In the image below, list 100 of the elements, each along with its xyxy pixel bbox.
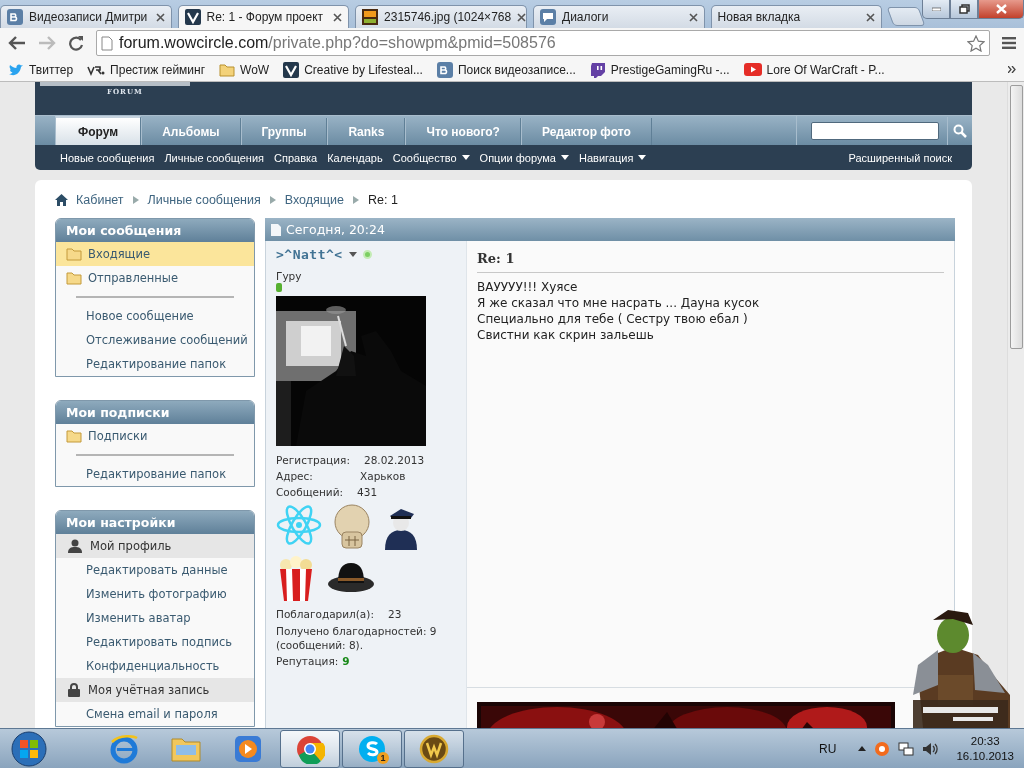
close-button[interactable] <box>978 0 1024 19</box>
username-link[interactable]: >^Natt^< <box>276 247 343 262</box>
panel-header: Мои сообщения <box>56 219 254 242</box>
browser-tab[interactable]: Re: 1 - Форум проект <box>177 5 350 28</box>
breadcrumb-link[interactable]: Входящие <box>284 193 345 207</box>
chrome-icon <box>295 733 325 764</box>
page-icon <box>101 35 113 51</box>
menu-link[interactable]: Редактировать данные <box>56 558 254 582</box>
bookmark-link[interactable]: Creative by Lifesteal... <box>304 62 423 77</box>
bird-icon <box>8 62 24 77</box>
menu-link[interactable]: Конфиденциальность <box>56 654 254 678</box>
nav-link[interactable]: Личные сообщения <box>164 151 264 164</box>
close-icon[interactable] <box>333 12 343 22</box>
bookmark-link[interactable]: Lore Of WarCraft - P... <box>766 62 885 77</box>
browser-tab[interactable]: Диалоги <box>533 5 705 28</box>
bookmark-link[interactable]: Твиттер <box>29 62 74 77</box>
network-icon[interactable] <box>898 740 915 757</box>
nav-link[interactable]: Сообщество <box>392 151 457 164</box>
message-line: ВАУУУУ!!! Хуясе <box>477 279 579 295</box>
user-rank: Гуру <box>276 270 303 282</box>
bookmark-link[interactable]: Поиск видеозаписе... <box>457 62 576 77</box>
play-icon <box>743 63 762 76</box>
stat-label: Репутация: <box>276 655 339 667</box>
nav-link[interactable]: Новые сообщения <box>60 151 155 164</box>
stat-label: Сообщений: <box>276 485 344 500</box>
star-icon[interactable] <box>967 34 985 52</box>
separator-icon <box>131 195 140 205</box>
stat-label: Адрес: <box>276 469 314 484</box>
close-icon[interactable] <box>688 12 698 22</box>
back-icon[interactable] <box>8 35 26 51</box>
stat-value: Харьков <box>360 469 406 484</box>
post-header: Сегодня, 20:24 <box>265 218 955 241</box>
site-icon <box>283 61 300 78</box>
twitch-icon <box>589 61 606 78</box>
breadcrumb-current: Re: 1 <box>368 193 398 207</box>
browser-tab[interactable]: Новая вкладка <box>710 5 883 28</box>
show-hidden-icon[interactable] <box>858 746 867 751</box>
nav-link[interactable]: Календарь <box>327 151 383 164</box>
separator-icon <box>268 195 277 205</box>
address-bar[interactable]: forum.wowcircle.com/private.php?do=showpm&pmid=508576 <box>96 30 990 56</box>
folder-item[interactable]: Входящие <box>56 242 254 266</box>
atom-icon <box>276 504 322 546</box>
clock[interactable]: 20:33 16.10.2013 <box>956 733 1014 764</box>
breadcrumb-link[interactable]: Личные сообщения <box>147 193 261 207</box>
menu-link[interactable]: Отслеживание сообщений <box>56 328 254 352</box>
maximize-button[interactable] <box>950 0 978 19</box>
tray-app-icon[interactable] <box>874 740 891 757</box>
close-icon[interactable] <box>517 12 527 22</box>
taskbar-app[interactable] <box>280 729 340 768</box>
caret-icon <box>561 155 569 160</box>
language-indicator[interactable]: RU <box>819 741 837 756</box>
folder-item[interactable]: Подписки <box>56 424 254 448</box>
taskbar-app[interactable]: 1 <box>342 729 402 768</box>
bookmark-link[interactable]: PrestigeGamingRu -... <box>610 62 730 77</box>
panel-header: Мои настройки <box>56 511 254 534</box>
bookmark-link[interactable]: Престиж гейминг <box>110 62 206 77</box>
menu-link[interactable]: Изменить аватар <box>56 606 254 630</box>
close-icon[interactable] <box>155 12 165 22</box>
nav-tab[interactable]: Форум <box>55 116 142 145</box>
nav-link[interactable]: Навигация <box>579 151 634 164</box>
menu-link[interactable]: Редактировать подпись <box>56 630 254 654</box>
url-text: forum.wowcircle.com/private.php?do=showpm&pmid=508576 <box>119 34 557 52</box>
thanks-text: Получено благодарностей: 9 (сообщений: 8). <box>276 624 438 652</box>
panel-header: Мои подписки <box>56 401 254 424</box>
menu-link[interactable]: Новое сообщение <box>56 304 254 328</box>
scroll-thumb[interactable] <box>1009 85 1023 349</box>
browser-tab[interactable]: 2315746.jpg (1024×768 <box>355 5 528 28</box>
taskbar-app[interactable] <box>404 729 464 768</box>
volume-icon[interactable] <box>922 740 939 757</box>
nav-link[interactable]: Справка <box>274 151 318 164</box>
folder-icon <box>66 247 82 261</box>
chevrons-icon[interactable] <box>1008 66 1016 73</box>
menu-link[interactable]: Изменить фотографию <box>56 582 254 606</box>
menu-link[interactable]: Редактирование папок <box>56 462 254 486</box>
person-icon <box>68 539 82 553</box>
bookmark-link[interactable]: WoW <box>240 62 270 77</box>
caret-icon <box>638 155 647 160</box>
caret-icon[interactable] <box>348 252 357 257</box>
close-icon[interactable] <box>866 12 876 22</box>
nav-link[interactable]: Опции форума <box>479 151 556 164</box>
search-field[interactable] <box>811 121 939 140</box>
stat-label: Поблагодарил(а): <box>276 607 374 622</box>
new-tab-button[interactable] <box>886 7 926 26</box>
stat-value: 23 <box>387 607 402 622</box>
advanced-search-link[interactable]: Расширенный поиск <box>848 151 952 164</box>
menu-link[interactable]: Смена email и пароля <box>56 702 254 726</box>
rank-bar <box>276 283 282 292</box>
close-icon <box>995 4 1007 14</box>
reload-icon[interactable] <box>68 35 84 51</box>
home-icon[interactable] <box>55 194 68 206</box>
folder-item[interactable]: Отправленные <box>56 266 254 290</box>
stat-value: 431 <box>357 485 378 500</box>
menu-icon[interactable] <box>1002 37 1016 49</box>
image-site-icon <box>362 9 379 25</box>
vk-icon <box>7 9 23 25</box>
menu-link[interactable]: Редактирование папок <box>56 352 254 376</box>
browser-tab[interactable]: Видеозаписи Дмитри <box>0 5 172 28</box>
minimize-button[interactable] <box>922 0 950 19</box>
site-icon <box>184 9 201 25</box>
breadcrumb-link[interactable]: Кабинет <box>76 193 124 207</box>
